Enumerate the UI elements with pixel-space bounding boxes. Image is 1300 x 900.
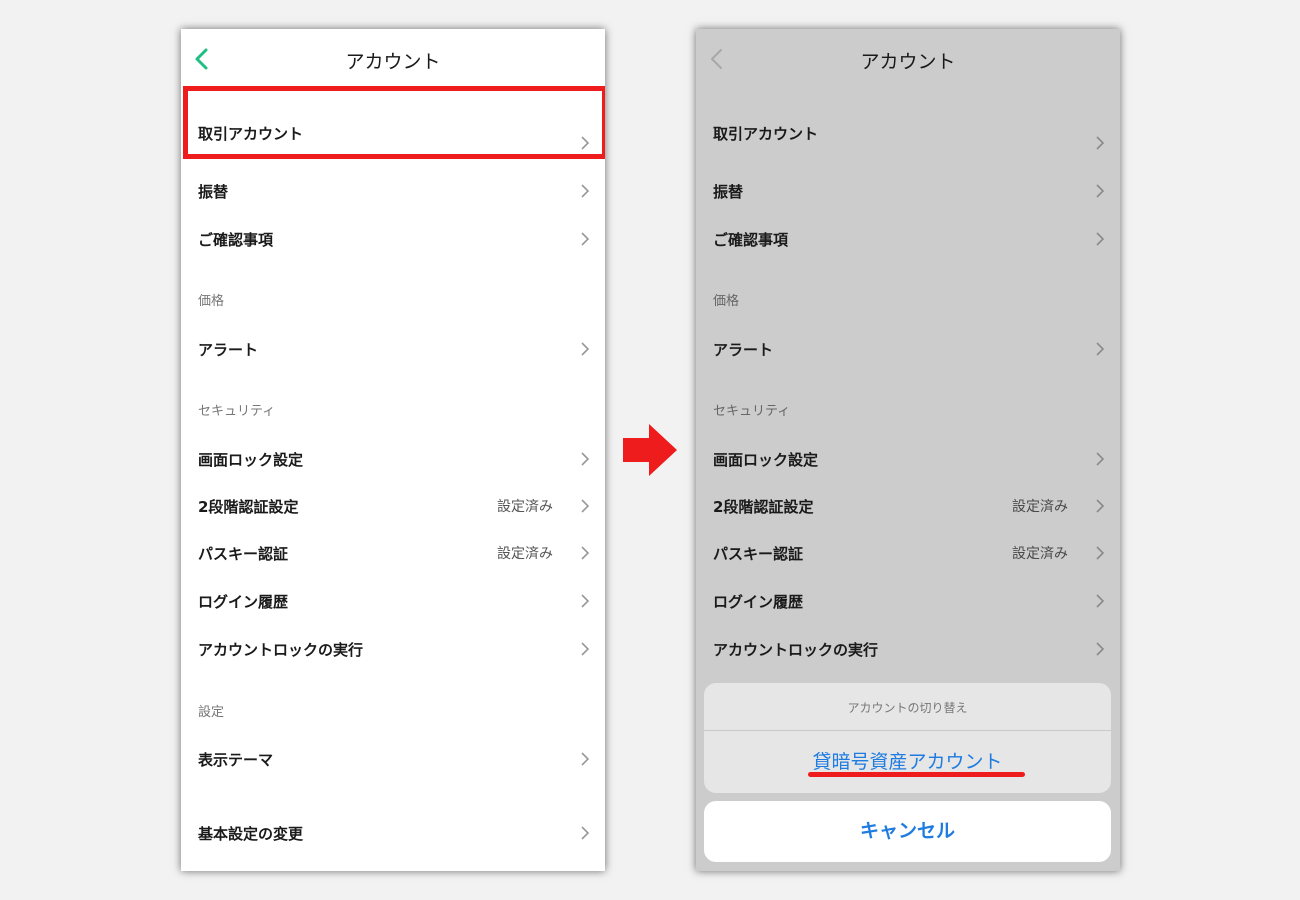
menu-item-label: アラート (198, 341, 259, 359)
menu-item-label: パスキー認証 (713, 545, 804, 563)
menu-item-label: 2段階認証設定 (713, 498, 814, 516)
menu-item-confirmation[interactable]: ご確認事項 (181, 217, 605, 261)
section-header-settings: 設定 (198, 705, 225, 720)
nav-bar: アカウント (696, 29, 1120, 89)
chevron-right-icon (581, 594, 590, 608)
chevron-right-icon (581, 232, 590, 246)
menu-item-label: ご確認事項 (198, 231, 274, 249)
action-sheet-title: アカウントの切り替え (847, 701, 968, 715)
divider (704, 730, 1111, 731)
menu-item-label: 取引アカウント (713, 125, 819, 143)
menu-item-account-lock[interactable]: アカウントロックの実行 (181, 627, 605, 671)
menu-item-account-lock[interactable]: アカウントロックの実行 (696, 627, 1120, 671)
chevron-right-icon (1096, 136, 1105, 150)
menu-item-label: アカウントロックの実行 (713, 641, 879, 659)
menu-item-transfer[interactable]: 振替 (181, 169, 605, 213)
chevron-right-icon (581, 642, 590, 656)
menu-item-login-history[interactable]: ログイン履歴 (181, 579, 605, 623)
menu-item-login-history[interactable]: ログイン履歴 (696, 579, 1120, 623)
section-header-price: 価格 (198, 294, 225, 309)
menu-item-label: 基本設定の変更 (198, 825, 304, 843)
highlight-underline (808, 772, 1025, 777)
right-screen: アカウント 取引アカウント 振替 ご確認事項 価格 アラート セキュリティ 画面… (696, 29, 1120, 871)
chevron-right-icon (1096, 642, 1105, 656)
menu-item-trading-account[interactable]: 取引アカウント (696, 111, 1120, 155)
menu-item-screen-lock[interactable]: 画面ロック設定 (181, 437, 605, 481)
chevron-right-icon (581, 452, 590, 466)
menu-item-label: ログイン履歴 (198, 593, 289, 611)
status-value: 設定済み (1012, 546, 1068, 562)
menu-item-alert[interactable]: アラート (696, 327, 1120, 371)
menu-item-passkey[interactable]: パスキー認証 設定済み (181, 531, 605, 575)
menu-item-basic-settings[interactable]: 基本設定の変更 (181, 811, 605, 855)
menu-item-screen-lock[interactable]: 画面ロック設定 (696, 437, 1120, 481)
menu-item-label: 2段階認証設定 (198, 498, 299, 516)
menu-item-label: 振替 (713, 183, 744, 201)
section-header-security: セキュリティ (713, 404, 791, 419)
left-screen: アカウント 取引アカウント 振替 ご確認事項 価格 アラート セキュリティ 画面… (181, 29, 605, 871)
menu-item-passkey[interactable]: パスキー認証 設定済み (696, 531, 1120, 575)
cancel-button[interactable]: キャンセル (704, 801, 1111, 862)
chevron-right-icon (581, 826, 590, 840)
right-arrow-icon (623, 424, 677, 476)
chevron-right-icon (581, 499, 590, 513)
menu-item-label: 表示テーマ (198, 751, 274, 769)
menu-item-label: ログイン履歴 (713, 593, 804, 611)
chevron-right-icon (1096, 342, 1105, 356)
section-header-security: セキュリティ (198, 404, 276, 419)
chevron-right-icon (581, 752, 590, 766)
chevron-right-icon (1096, 594, 1105, 608)
menu-item-display-theme[interactable]: 表示テーマ (181, 737, 605, 781)
action-sheet: アカウントの切り替え 貸暗号資産アカウント (704, 683, 1111, 793)
chevron-right-icon (581, 546, 590, 560)
menu-item-two-factor[interactable]: 2段階認証設定 設定済み (696, 484, 1120, 528)
section-header-price: 価格 (713, 294, 740, 309)
chevron-right-icon (581, 184, 590, 198)
chevron-right-icon (1096, 452, 1105, 466)
status-value: 設定済み (1012, 499, 1068, 515)
menu-item-label: アカウントロックの実行 (198, 641, 364, 659)
chevron-right-icon (1096, 184, 1105, 198)
chevron-right-icon (1096, 546, 1105, 560)
chevron-right-icon (581, 342, 590, 356)
lending-crypto-account-option[interactable]: 貸暗号資産アカウント (704, 747, 1111, 774)
menu-item-label: 取引アカウント (198, 125, 304, 143)
menu-item-label: 画面ロック設定 (713, 451, 819, 469)
menu-item-label: ご確認事項 (713, 231, 789, 249)
page-title: アカウント (345, 51, 441, 73)
chevron-right-icon (1096, 499, 1105, 513)
menu-item-confirmation[interactable]: ご確認事項 (696, 217, 1120, 261)
menu-item-trading-account[interactable]: 取引アカウント (181, 111, 605, 155)
menu-item-two-factor[interactable]: 2段階認証設定 設定済み (181, 484, 605, 528)
menu-item-label: パスキー認証 (198, 545, 289, 563)
menu-item-label: 画面ロック設定 (198, 451, 304, 469)
menu-item-label: 振替 (198, 183, 229, 201)
menu-item-label: アラート (713, 341, 774, 359)
page-title: アカウント (860, 51, 956, 73)
menu-item-alert[interactable]: アラート (181, 327, 605, 371)
chevron-right-icon (581, 136, 590, 150)
chevron-right-icon (1096, 232, 1105, 246)
menu-item-transfer[interactable]: 振替 (696, 169, 1120, 213)
nav-bar: アカウント (181, 29, 605, 89)
status-value: 設定済み (497, 499, 553, 515)
status-value: 設定済み (497, 546, 553, 562)
